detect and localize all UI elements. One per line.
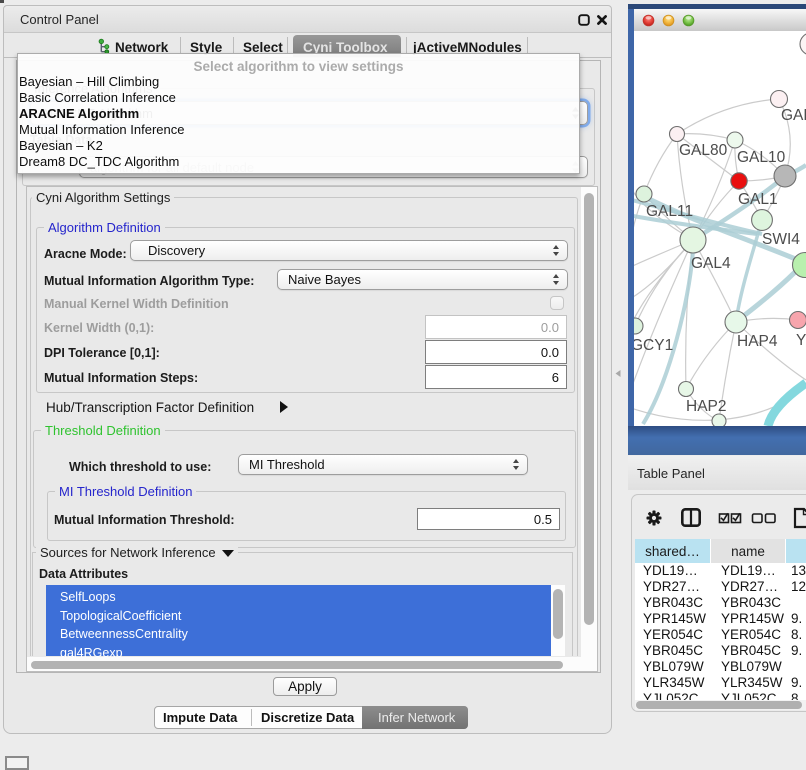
svg-text:GAL11: GAL11 [646,203,693,220]
svg-text:GAL1: GAL1 [738,191,778,208]
svg-text:HAP2: HAP2 [686,398,727,415]
svg-text:GAL4: GAL4 [691,255,731,272]
svg-text:GCY1: GCY1 [634,337,673,354]
svg-text:HAP4: HAP4 [737,333,778,350]
svg-text:SWI4: SWI4 [762,231,800,248]
svg-text:GAL80: GAL80 [679,142,728,159]
svg-text:YEL: YEL [796,332,806,349]
svg-text:GAL7: GAL7 [781,107,806,124]
svg-text:GAL10: GAL10 [737,149,786,166]
